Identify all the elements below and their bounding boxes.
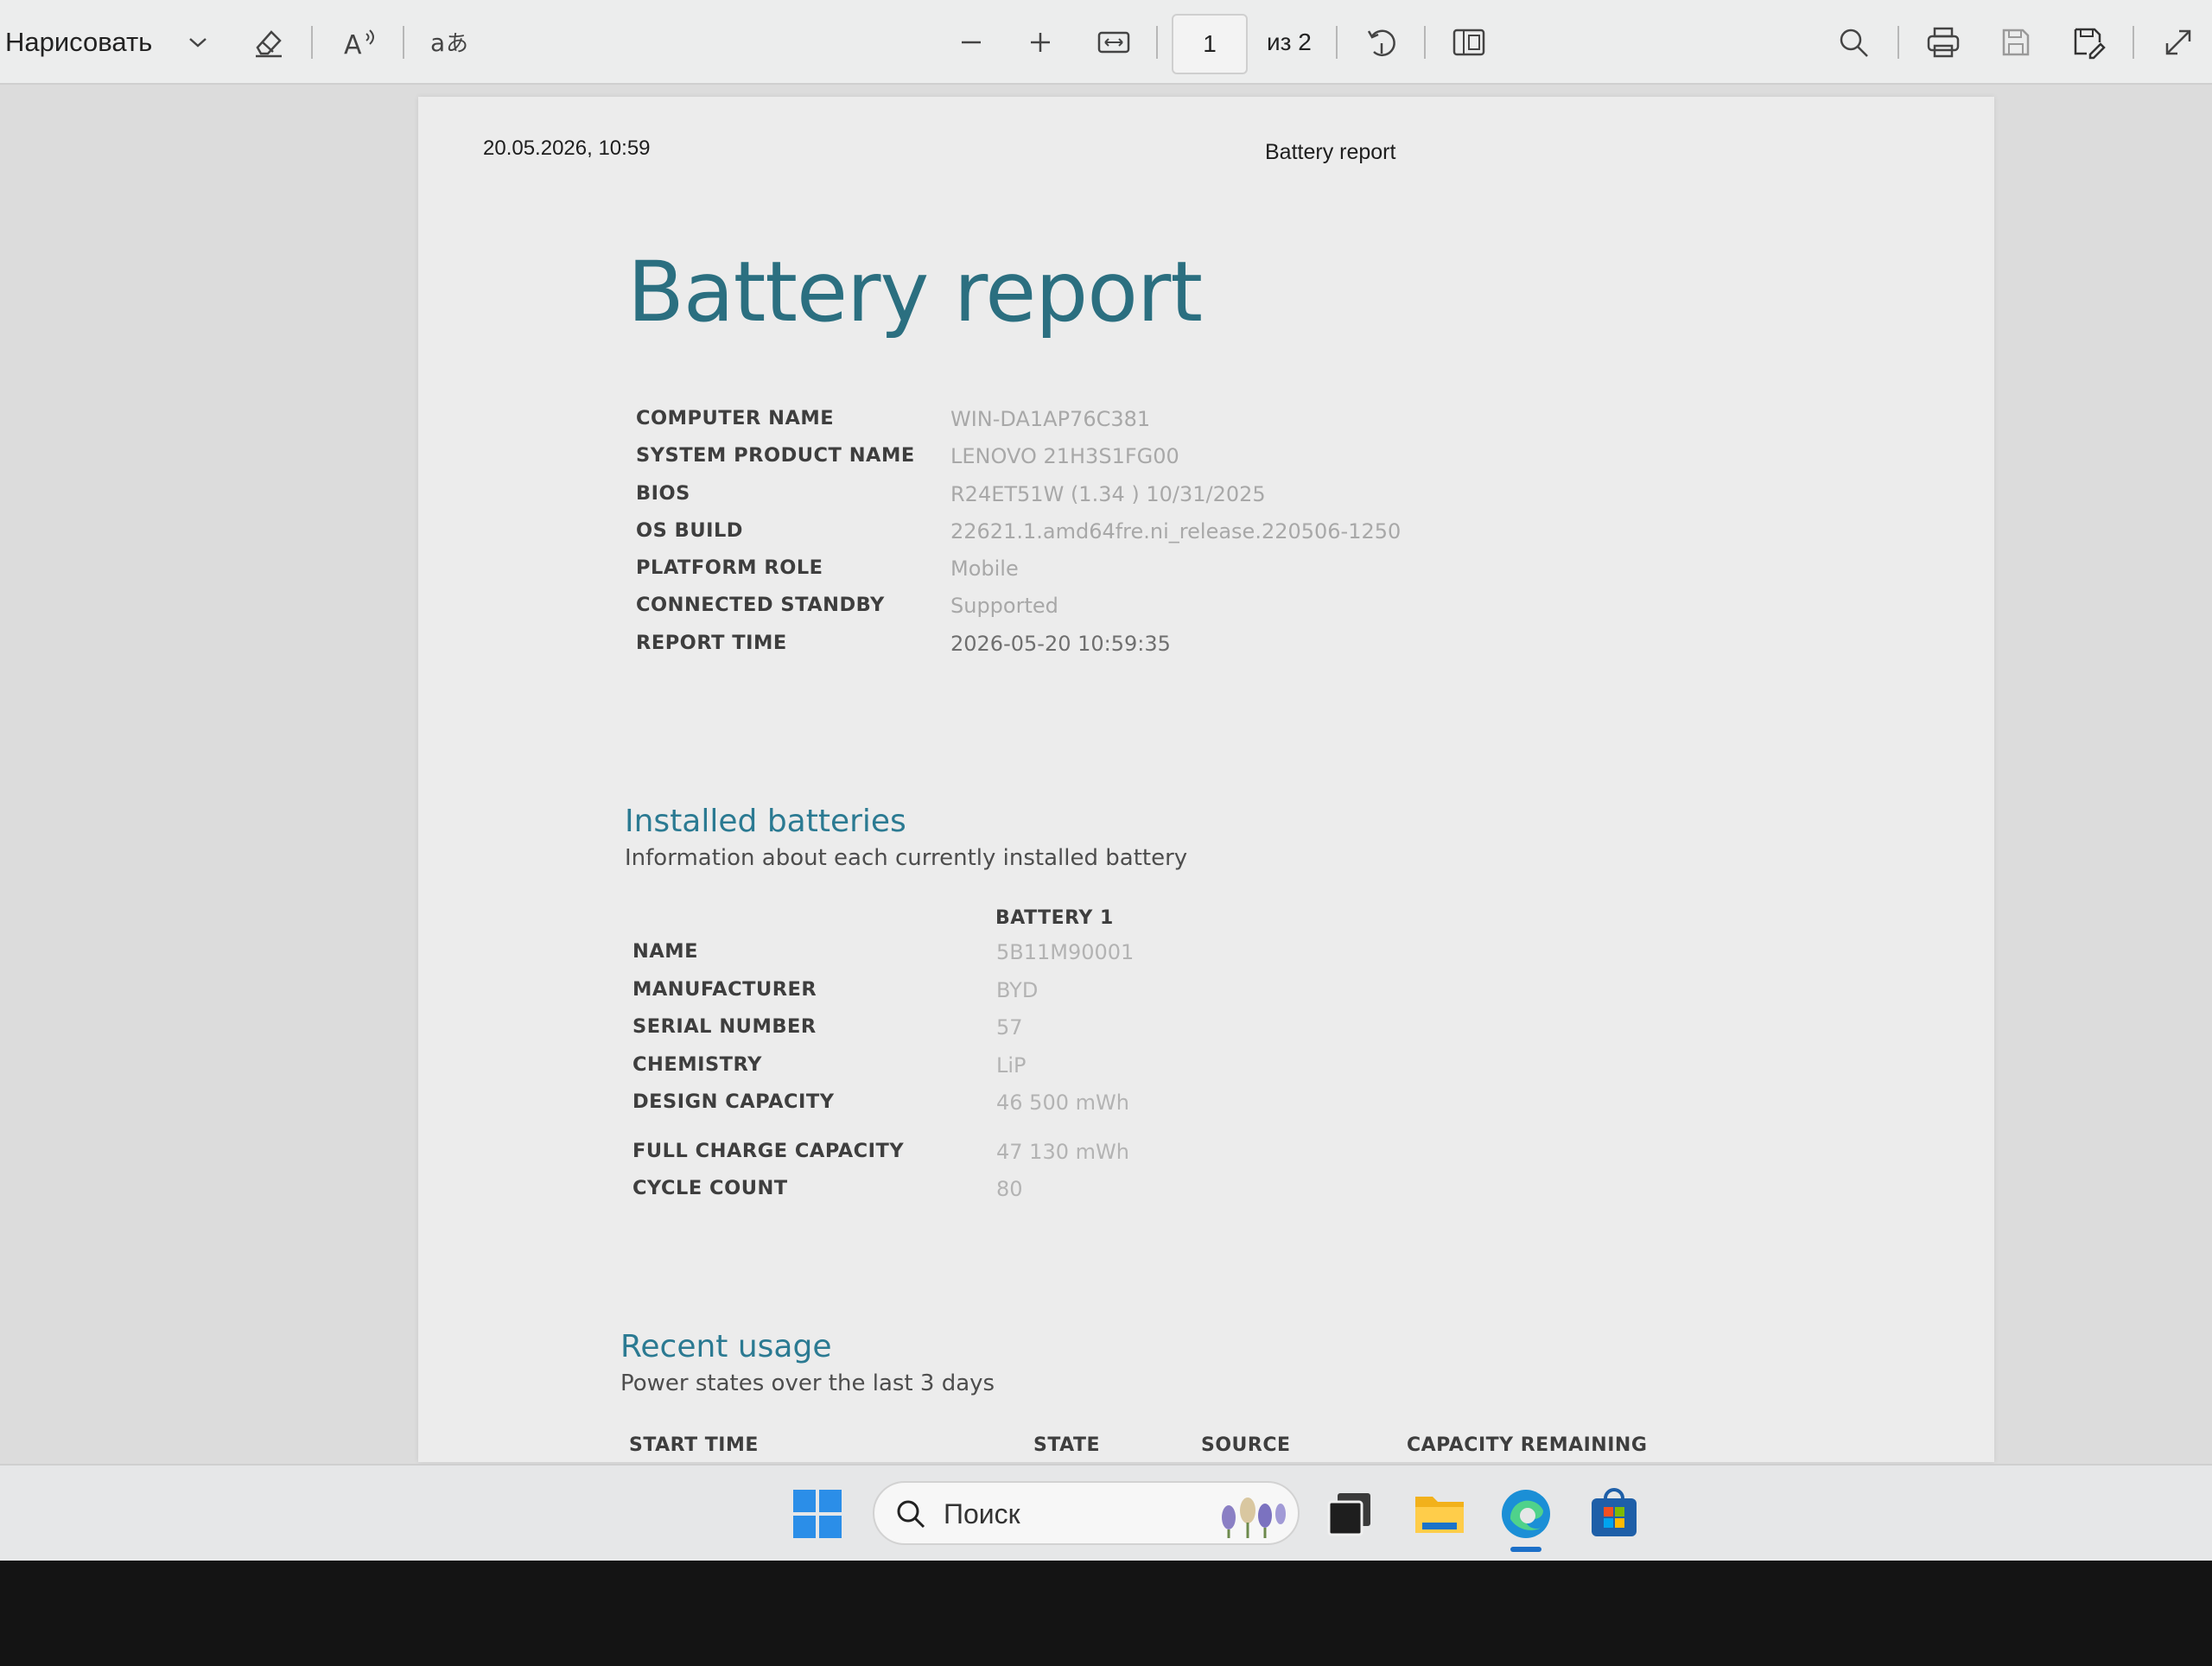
row-label: COMPUTER NAME — [636, 407, 835, 429]
page-number-input[interactable]: 1 — [1172, 14, 1248, 74]
recent-usage-subtitle: Power states over the last 3 days — [620, 1370, 995, 1396]
table-row: SYSTEM PRODUCT NAME LENOVO 21H3S1FG00 — [636, 444, 1673, 481]
page-total-label: из 2 — [1267, 29, 1312, 55]
row-value: R24ET51W (1.34 ) 10/31/2025 — [950, 481, 1266, 506]
table-row: OS BUILD 22621.1.amd64fre.ni_release.220… — [636, 519, 1673, 556]
page-view-icon[interactable] — [1448, 12, 1491, 73]
taskbar-search[interactable]: Поиск — [873, 1481, 1300, 1545]
edge-browser-icon[interactable] — [1498, 1486, 1554, 1542]
row-value: 46 500 mWh — [996, 1091, 1129, 1115]
draw-dropdown-chevron-icon[interactable] — [183, 12, 213, 73]
installed-batteries-subtitle: Information about each currently install… — [625, 845, 1188, 871]
column-header: SOURCE — [1201, 1434, 1291, 1456]
table-row: FULL CHARGE CAPACITY 47 130 mWh — [632, 1140, 1669, 1178]
translate-icon[interactable]: aあ — [427, 12, 472, 73]
rotate-icon[interactable] — [1360, 12, 1403, 73]
row-value: WIN-DA1AP76C381 — [950, 407, 1151, 431]
row-value: BYD — [996, 977, 1039, 1002]
table-row: REPORT TIME 2026-05-20 10:59:35 — [636, 632, 1673, 669]
row-value: 2026-05-20 10:59:35 — [950, 631, 1171, 656]
zoom-in-icon[interactable] — [1023, 12, 1058, 73]
system-info-table: COMPUTER NAME WIN-DA1AP76C381 SYSTEM PRO… — [636, 407, 1673, 669]
table-row: CHEMISTRY LiP — [632, 1053, 1669, 1091]
row-label: SERIAL NUMBER — [632, 1015, 817, 1038]
toolbar-divider — [2133, 26, 2134, 59]
row-label: SYSTEM PRODUCT NAME — [636, 444, 915, 467]
row-value: 47 130 mWh — [996, 1139, 1129, 1164]
read-aloud-icon[interactable]: A — [340, 12, 382, 73]
page-total: из 2 — [1267, 12, 1312, 73]
row-value: Mobile — [950, 556, 1019, 582]
print-date-time: 20.05.2026, 10:59 — [483, 137, 651, 160]
print-icon[interactable] — [1922, 12, 1965, 73]
search-icon[interactable] — [1832, 12, 1875, 73]
row-label: FULL CHARGE CAPACITY — [632, 1139, 905, 1162]
installed-batteries-title: Installed batteries — [625, 804, 906, 839]
row-value: 22621.1.amd64fre.ni_release.220506-1250 — [950, 518, 1402, 544]
search-placeholder: Поиск — [944, 1498, 1020, 1529]
start-windows-icon[interactable] — [790, 1486, 845, 1542]
column-header: START TIME — [629, 1434, 759, 1456]
table-row: DESIGN CAPACITY 46 500 mWh — [632, 1091, 1669, 1129]
search-highlight-flowers-icon — [1203, 1488, 1293, 1540]
row-value: LiP — [996, 1052, 1027, 1078]
print-header-title: Battery report — [1265, 140, 1396, 164]
row-label: CYCLE COUNT — [632, 1177, 788, 1199]
row-label: OS BUILD — [636, 518, 743, 542]
draw-label: Нарисовать — [5, 27, 153, 57]
row-value: 80 — [996, 1177, 1023, 1201]
table-row: BIOS R24ET51W (1.34 ) 10/31/2025 — [636, 482, 1673, 519]
svg-text:あ: あ — [446, 31, 468, 57]
task-view-icon[interactable] — [1322, 1486, 1377, 1542]
row-label: CHEMISTRY — [632, 1052, 762, 1076]
row-label: MANUFACTURER — [632, 977, 817, 1001]
toolbar-divider — [403, 26, 404, 59]
battery-column-header: BATTERY 1 — [995, 907, 1114, 929]
toolbar-divider — [1424, 26, 1426, 59]
row-value: 5B11M90001 — [996, 940, 1135, 964]
table-row: PLATFORM ROLE Mobile — [636, 556, 1673, 594]
save-icon[interactable] — [1994, 12, 2037, 73]
row-label: PLATFORM ROLE — [636, 556, 823, 580]
eraser-icon[interactable] — [249, 12, 287, 73]
fit-width-icon[interactable] — [1094, 12, 1134, 73]
pdf-page: 20.05.2026, 10:59 Battery report Battery… — [418, 97, 1994, 1462]
column-header: CAPACITY REMAINING — [1407, 1434, 1648, 1456]
row-label: BIOS — [636, 481, 690, 505]
search-icon — [893, 1497, 928, 1531]
toolbar-divider — [1897, 26, 1899, 59]
svg-text:A: A — [344, 30, 362, 60]
table-row: COMPUTER NAME WIN-DA1AP76C381 — [636, 407, 1673, 444]
draw-button[interactable]: Нарисовать — [5, 12, 152, 73]
toolbar-divider — [1156, 26, 1158, 59]
table-row: NAME 5B11M90001 — [632, 940, 1669, 978]
report-title: Battery report — [627, 244, 1203, 340]
table-row: SERIAL NUMBER 57 — [632, 1015, 1669, 1053]
column-header: STATE — [1033, 1434, 1100, 1456]
row-label: DESIGN CAPACITY — [632, 1091, 835, 1113]
row-label: CONNECTED STANDBY — [636, 594, 885, 617]
zoom-out-icon[interactable] — [954, 12, 988, 73]
installed-batteries-table: NAME 5B11M90001 MANUFACTURER BYD SERIAL … — [632, 940, 1669, 1215]
row-value: LENOVO 21H3S1FG00 — [950, 444, 1179, 469]
save-as-icon[interactable] — [2067, 12, 2110, 73]
toolbar-divider — [311, 26, 313, 59]
table-row: CONNECTED STANDBY Supported — [636, 594, 1673, 631]
table-row: MANUFACTURER BYD — [632, 978, 1669, 1016]
microsoft-store-icon[interactable] — [1586, 1486, 1642, 1542]
row-label: NAME — [632, 940, 699, 963]
toolbar-divider — [1336, 26, 1338, 59]
svg-text:a: a — [430, 29, 445, 57]
table-row: CYCLE COUNT 80 — [632, 1177, 1669, 1215]
active-app-indicator — [1510, 1547, 1541, 1552]
row-value: 57 — [996, 1015, 1023, 1040]
row-label: REPORT TIME — [636, 631, 787, 654]
expand-icon[interactable] — [2157, 12, 2200, 73]
taskbar: Поиск — [0, 1464, 2212, 1561]
file-explorer-icon[interactable] — [1412, 1486, 1467, 1542]
recent-usage-title: Recent usage — [620, 1329, 832, 1364]
pdf-toolbar: Нарисовать A aあ 1 из 2 — [0, 0, 2212, 85]
monitor-bezel — [0, 1561, 2212, 1666]
row-value: Supported — [950, 594, 1058, 619]
